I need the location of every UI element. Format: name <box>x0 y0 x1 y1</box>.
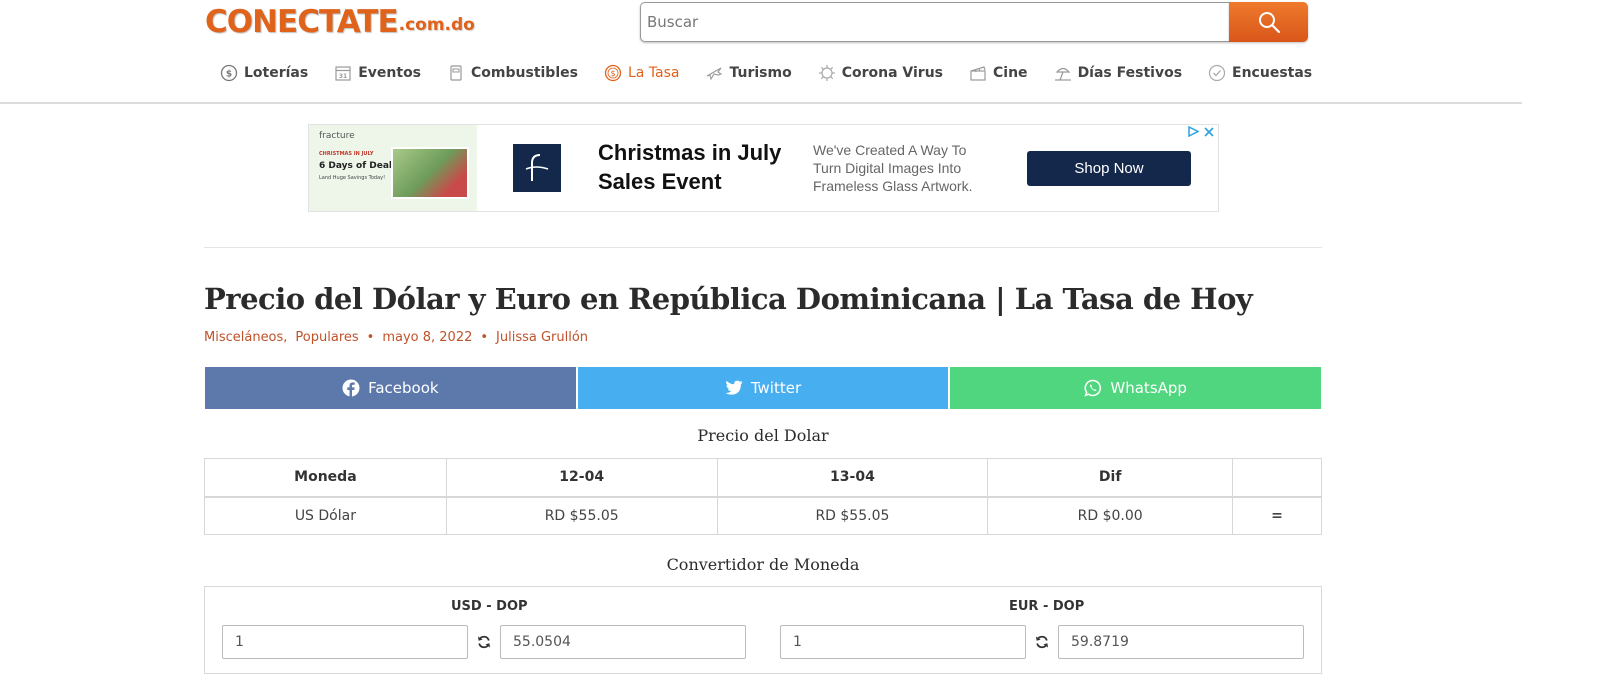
post-author[interactable]: Julissa Grullón <box>496 330 588 345</box>
nav-label: Corona Virus <box>841 65 944 81</box>
ad-photo <box>391 147 469 199</box>
column-header: 12-04 <box>445 458 718 498</box>
nav-label: Días Festivos <box>1077 65 1183 81</box>
swap-eur-button[interactable] <box>1034 634 1050 650</box>
nav-item-cine[interactable]: Cine <box>969 64 1028 82</box>
search-bar <box>640 2 1308 42</box>
nav-item-eventos[interactable]: 31 Eventos <box>334 64 421 82</box>
twitter-bird-icon <box>725 380 743 396</box>
converter-title: Convertidor de Moneda <box>666 555 860 574</box>
beach-umbrella-icon <box>1054 64 1072 82</box>
trend-cell: = <box>1232 496 1322 535</box>
svg-text:$: $ <box>226 70 232 80</box>
share-facebook-label: Facebook <box>368 379 439 397</box>
usd-result-input[interactable] <box>500 625 746 659</box>
column-header: Dif <box>987 458 1234 498</box>
svg-text:$: $ <box>610 69 615 78</box>
ad-description: We've Created A Way To Turn Digital Imag… <box>813 142 973 194</box>
meta-separator: • <box>366 330 375 345</box>
rates-table: Moneda 12-04 13-04 Dif US Dólar RD $55.0… <box>204 458 1322 535</box>
coin-icon: $ <box>220 64 238 82</box>
facebook-icon <box>342 379 360 397</box>
main-nav: $ Loterías 31 Eventos Combustibles $ La … <box>220 58 1338 88</box>
post-meta: Misceláneos, Populares • mayo 8, 2022 • … <box>204 330 596 345</box>
rates-title: Precio del Dolar <box>697 426 829 445</box>
advertisement-banner[interactable]: fracture CHRISTMAS IN JULY 6 Days of Dea… <box>308 124 1219 212</box>
search-input[interactable] <box>640 2 1229 42</box>
category-link-misc[interactable]: Misceláneos, <box>204 330 287 345</box>
ad-thumb-headline: 6 Days of Deals <box>319 161 398 171</box>
ad-thumbnail[interactable]: fracture CHRISTMAS IN JULY 6 Days of Dea… <box>309 125 477 211</box>
eur-dop-label: EUR - DOP <box>1009 599 1085 614</box>
nav-item-turismo[interactable]: Turismo <box>705 64 792 82</box>
usd-amount-input[interactable] <box>222 625 468 659</box>
currency-cell: US Dólar <box>204 496 447 535</box>
nav-label: Eventos <box>358 65 422 81</box>
share-whatsapp-button[interactable]: WhatsApp <box>950 367 1322 409</box>
nav-label: Turismo <box>729 65 792 81</box>
clapperboard-icon <box>969 64 987 82</box>
nav-label: Cine <box>993 65 1028 81</box>
meta-separator: • <box>480 330 489 345</box>
logo-main-text: CONECTATE <box>205 4 399 40</box>
nav-item-encuestas[interactable]: Encuestas <box>1208 64 1312 82</box>
ad-thumb-kicker: CHRISTMAS IN JULY <box>319 151 374 157</box>
fracture-logo-icon[interactable] <box>513 144 561 192</box>
page-title: Precio del Dólar y Euro en República Dom… <box>204 282 1253 316</box>
share-bar: Facebook Twitter WhatsApp <box>205 367 1322 409</box>
ad-thumb-brand: fracture <box>319 131 355 141</box>
current-rate-cell: RD $55.05 <box>716 496 989 535</box>
shop-now-button[interactable]: Shop Now <box>1027 151 1191 186</box>
header-divider <box>0 102 1522 104</box>
share-twitter-label: Twitter <box>750 379 802 397</box>
ad-title[interactable]: Christmas in July Sales Event <box>598 138 798 196</box>
fuel-icon <box>447 64 465 82</box>
currency-converter: USD - DOP EUR - DOP <box>204 586 1322 674</box>
column-header <box>1232 458 1322 498</box>
site-logo[interactable]: CONECTATE .com.do <box>205 4 475 40</box>
eur-amount-input[interactable] <box>780 625 1026 659</box>
airplane-icon <box>705 64 723 82</box>
refresh-icon <box>1036 635 1048 649</box>
dollar-coin-icon: $ <box>604 64 622 82</box>
nav-item-loterias[interactable]: $ Loterías <box>220 64 308 82</box>
content-divider <box>204 247 1322 248</box>
rates-header-row: Moneda 12-04 13-04 Dif <box>204 458 1322 498</box>
difference-cell: RD $0.00 <box>987 496 1234 535</box>
check-circle-icon <box>1208 64 1226 82</box>
search-icon <box>1258 12 1280 34</box>
usd-dop-label: USD - DOP <box>451 599 528 614</box>
share-facebook-button[interactable]: Facebook <box>205 367 576 409</box>
svg-text:31: 31 <box>339 73 347 80</box>
nav-label: La Tasa <box>627 65 680 81</box>
category-link-populares[interactable]: Populares <box>295 330 358 345</box>
swap-usd-button[interactable] <box>476 634 492 650</box>
search-button[interactable] <box>1229 2 1308 42</box>
logo-domain-text: .com.do <box>398 15 475 35</box>
column-header: 13-04 <box>716 458 989 498</box>
adchoices-icon[interactable] <box>1188 126 1199 137</box>
nav-item-combustibles[interactable]: Combustibles <box>447 64 578 82</box>
nav-label: Encuestas <box>1232 65 1313 81</box>
ad-choices[interactable] <box>1188 126 1214 137</box>
refresh-icon <box>478 635 490 649</box>
close-ad-icon[interactable] <box>1204 126 1214 137</box>
eur-result-input[interactable] <box>1058 625 1304 659</box>
nav-item-la-tasa[interactable]: $ La Tasa <box>604 64 680 82</box>
whatsapp-icon <box>1084 379 1102 397</box>
nav-label: Loterías <box>244 65 309 81</box>
nav-item-dias-festivos[interactable]: Días Festivos <box>1054 64 1182 82</box>
share-whatsapp-label: WhatsApp <box>1110 379 1187 397</box>
post-date[interactable]: mayo 8, 2022 <box>382 330 472 345</box>
nav-label: Combustibles <box>471 65 578 81</box>
previous-rate-cell: RD $55.05 <box>445 496 718 535</box>
ad-thumb-tagline: Land Huge Savings Today! <box>319 175 386 181</box>
share-twitter-button[interactable]: Twitter <box>577 367 949 409</box>
table-row: US Dólar RD $55.05 RD $55.05 RD $0.00 = <box>204 496 1322 535</box>
nav-item-corona-virus[interactable]: Corona Virus <box>818 64 943 82</box>
virus-icon <box>818 64 836 82</box>
calendar-icon: 31 <box>334 64 352 82</box>
column-header: Moneda <box>204 458 447 498</box>
